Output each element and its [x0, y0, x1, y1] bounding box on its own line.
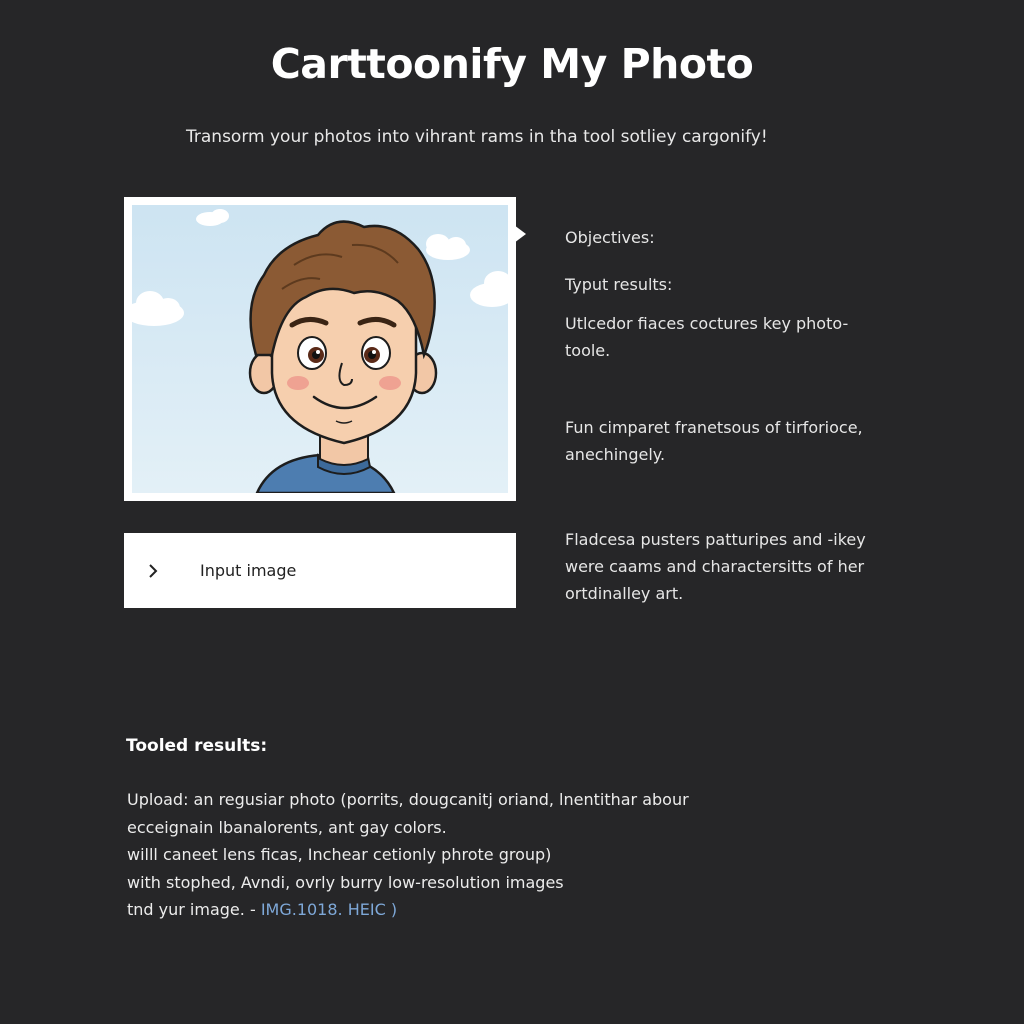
file-line: tnd yur image. - IMG.1018. HEIC ): [127, 900, 398, 919]
chevron-right-icon: [146, 563, 190, 578]
results-heading: Typut results:: [565, 275, 673, 294]
objective-paragraph: Fladcesa pusters patturipes and -ikey we…: [565, 530, 866, 603]
tooled-results-body: Upload: an regusiar photo (porrits, doug…: [127, 786, 807, 924]
objective-paragraph: Utlcedor fiaces coctures key photo- tool…: [565, 314, 849, 360]
objective-paragraph: Fun cimparet franetsous of tirforioce, a…: [565, 418, 863, 464]
objectives-heading: Objectives:: [565, 228, 655, 247]
input-image-label: Input image: [200, 561, 297, 580]
page-subtitle: Transorm your photos into vihrant rams i…: [186, 127, 768, 147]
page: Carttoonify My Photo Transorm your photo…: [0, 0, 1024, 1024]
tooled-results-heading: Tooled results:: [126, 736, 268, 756]
file-name-link[interactable]: IMG.1018. HEIC: [261, 900, 386, 919]
preview-pointer: [514, 225, 526, 243]
page-title: Carttoonify My Photo: [270, 40, 754, 88]
input-image-button[interactable]: Input image: [124, 533, 516, 608]
cartoon-portrait: [132, 205, 508, 493]
photo-preview: [124, 197, 516, 501]
